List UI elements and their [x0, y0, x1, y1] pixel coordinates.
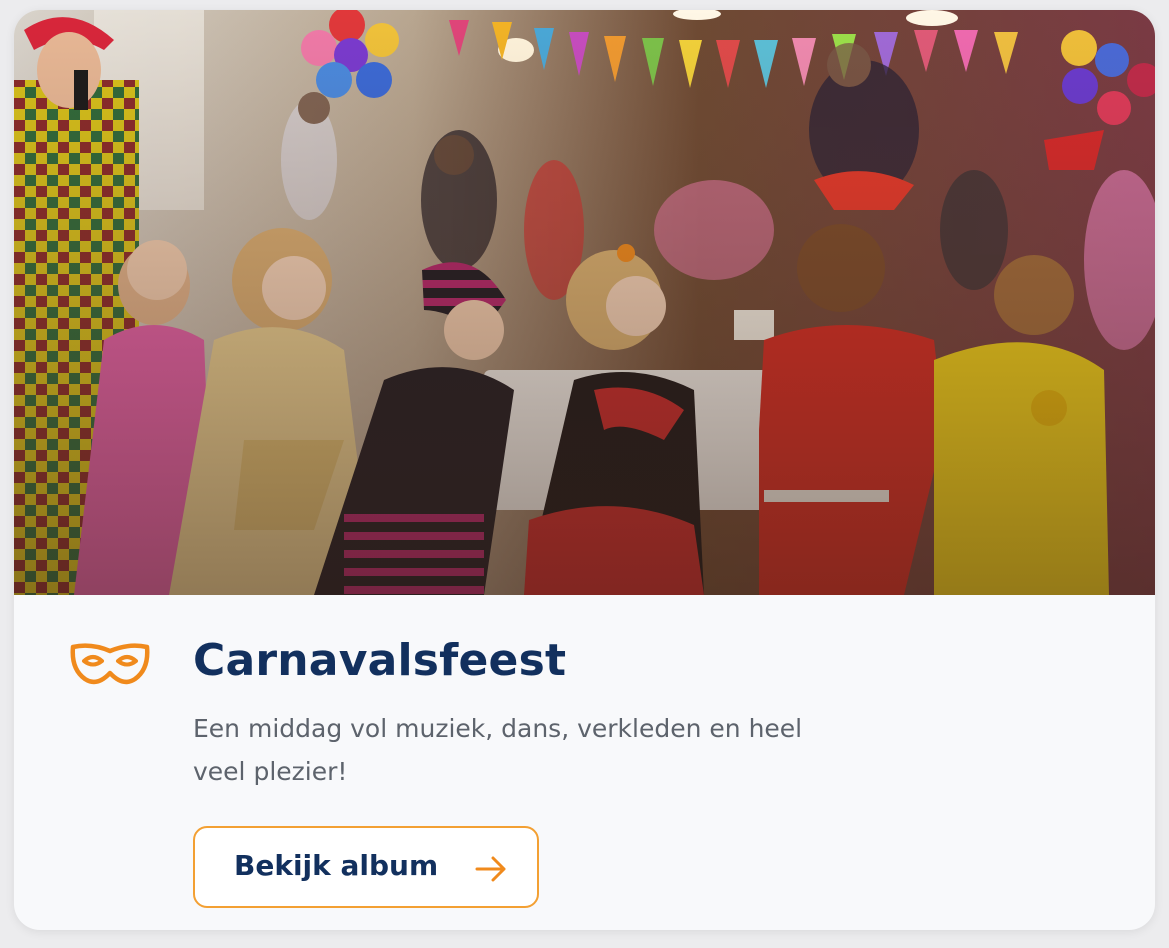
event-description: Een middag vol muziek, dans, verkleden e…	[193, 714, 803, 786]
event-info: Carnavalsfeest Een middag vol muziek, da…	[14, 595, 1155, 930]
arrow-right-icon	[475, 856, 506, 882]
view-album-button[interactable]: Bekijk album	[193, 826, 539, 908]
event-photo	[14, 10, 1155, 595]
event-title: Carnavalsfeest	[193, 635, 567, 686]
carnival-mask-icon	[70, 643, 150, 685]
event-card: Carnavalsfeest Een middag vol muziek, da…	[14, 10, 1155, 930]
view-album-label: Bekijk album	[234, 849, 439, 882]
